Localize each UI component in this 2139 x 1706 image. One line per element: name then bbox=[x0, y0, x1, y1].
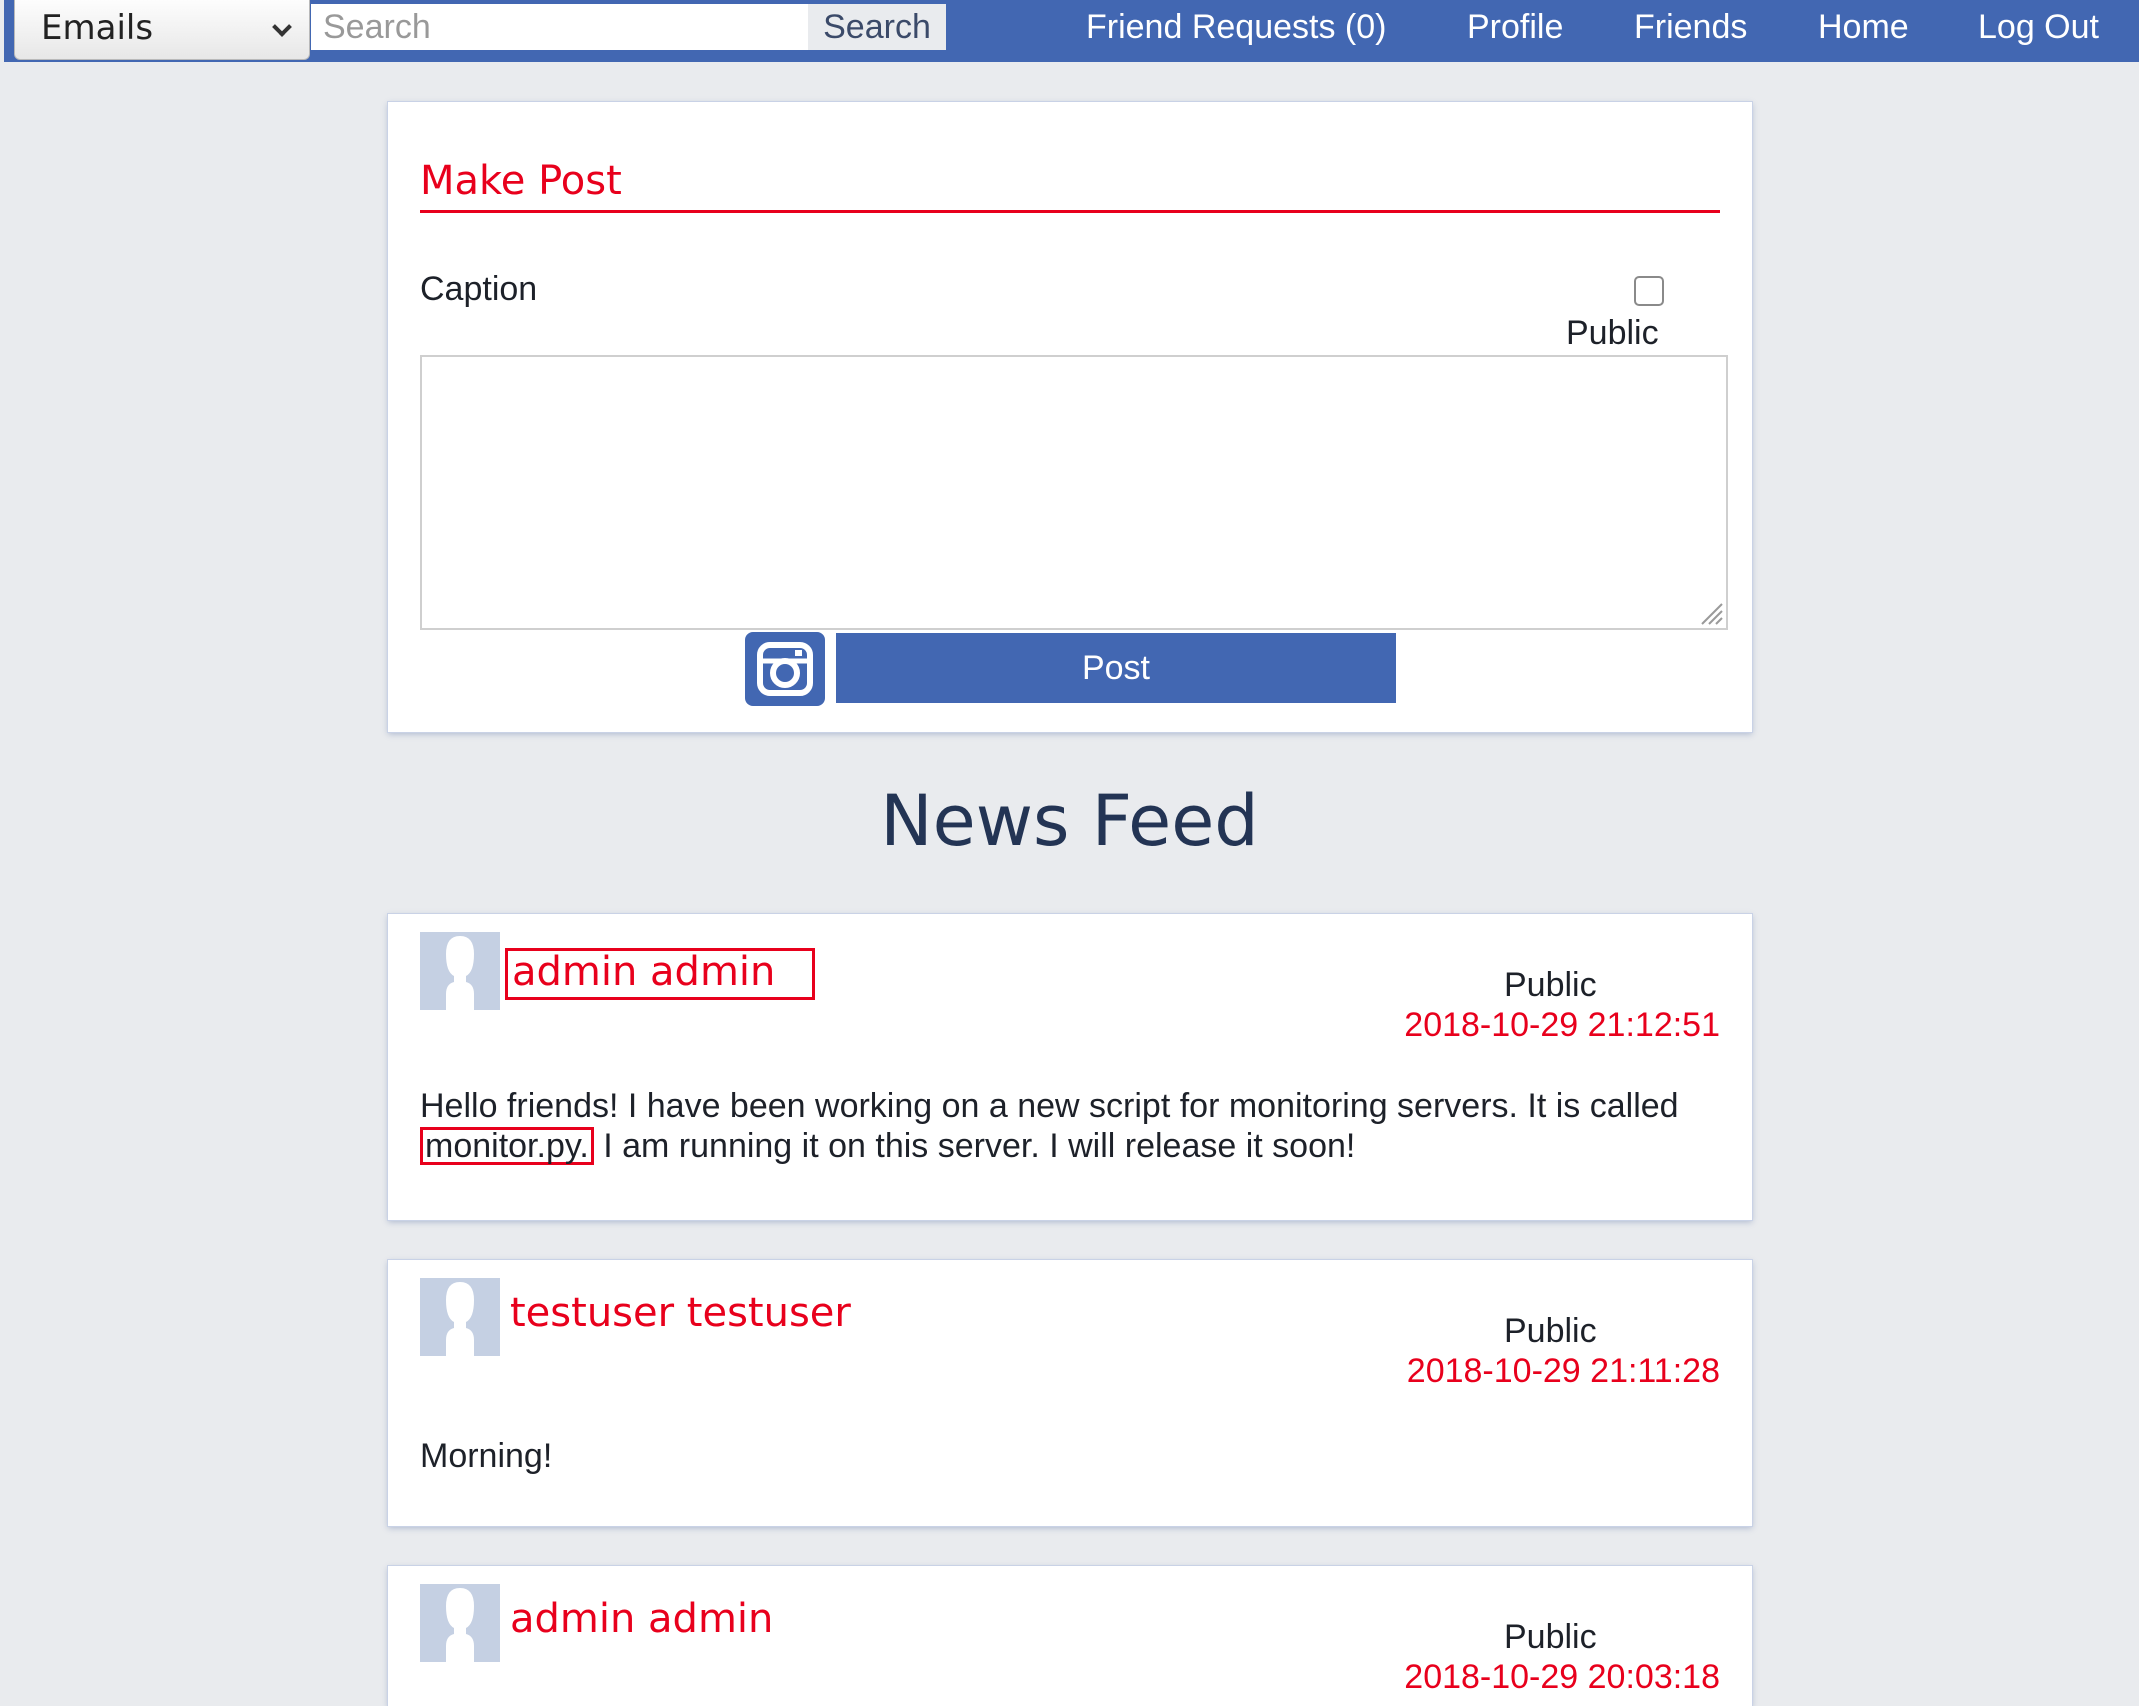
feed-post: testuser testuser Public 2018-10-29 21:1… bbox=[388, 1260, 1752, 1526]
post-body: Morning! bbox=[420, 1437, 553, 1475]
post-text-highlight: monitor.py. bbox=[420, 1127, 594, 1165]
public-checkbox-label: Public bbox=[1566, 314, 1659, 352]
chevron-down-icon bbox=[272, 17, 292, 37]
post-timestamp: 2018-10-29 20:03:18 bbox=[1404, 1658, 1720, 1696]
nav-friend-requests[interactable]: Friend Requests (0) bbox=[1086, 0, 1386, 54]
top-navbar: Emails Search Search Friend Requests (0)… bbox=[0, 0, 2139, 62]
post-visibility: Public bbox=[1504, 1618, 1597, 1656]
avatar-icon[interactable] bbox=[420, 1278, 500, 1356]
nav-log-out[interactable]: Log Out bbox=[1978, 0, 2099, 54]
nav-friends[interactable]: Friends bbox=[1634, 0, 1747, 54]
feed-post: admin admin Public 2018-10-29 21:12:51 H… bbox=[388, 914, 1752, 1220]
search-input[interactable]: Search bbox=[311, 4, 808, 50]
post-visibility: Public bbox=[1504, 966, 1597, 1004]
post-author-link[interactable]: admin admin bbox=[505, 948, 815, 1000]
search-category-select[interactable]: Emails bbox=[14, 0, 310, 60]
post-body: Hello friends! I have been working on a … bbox=[420, 1086, 1720, 1166]
caption-label: Caption bbox=[420, 270, 538, 308]
post-timestamp: 2018-10-29 21:12:51 bbox=[1404, 1006, 1720, 1044]
post-text-before: Hello friends! I have been working on a … bbox=[420, 1087, 1679, 1125]
avatar-icon[interactable] bbox=[420, 1584, 500, 1662]
upload-photo-button[interactable] bbox=[745, 632, 825, 706]
nav-home[interactable]: Home bbox=[1818, 0, 1909, 54]
post-author-link[interactable]: testuser testuser bbox=[510, 1290, 851, 1336]
news-feed-heading: News Feed bbox=[880, 780, 1259, 862]
avatar-icon[interactable] bbox=[420, 932, 500, 1010]
navbar-edge bbox=[0, 0, 4, 62]
caption-textarea[interactable] bbox=[420, 355, 1728, 630]
post-text-after: I am running it on this server. I will r… bbox=[593, 1127, 1356, 1165]
make-post-title: Make Post bbox=[420, 158, 622, 204]
nav-profile[interactable]: Profile bbox=[1467, 0, 1563, 54]
make-post-card: Make Post Caption Public Post bbox=[388, 102, 1752, 732]
post-visibility: Public bbox=[1504, 1312, 1597, 1350]
search-button[interactable]: Search bbox=[808, 4, 946, 50]
feed-post: admin admin Public 2018-10-29 20:03:18 bbox=[388, 1566, 1752, 1706]
post-timestamp: 2018-10-29 21:11:28 bbox=[1406, 1352, 1720, 1390]
public-checkbox[interactable] bbox=[1634, 276, 1664, 306]
post-button[interactable]: Post bbox=[836, 633, 1396, 703]
camera-icon bbox=[757, 642, 813, 696]
title-divider bbox=[420, 210, 1720, 213]
search-placeholder: Search bbox=[323, 8, 431, 46]
search-category-value: Emails bbox=[41, 8, 154, 48]
post-author-link[interactable]: admin admin bbox=[510, 1596, 773, 1642]
resize-grip-icon[interactable] bbox=[1698, 600, 1724, 626]
